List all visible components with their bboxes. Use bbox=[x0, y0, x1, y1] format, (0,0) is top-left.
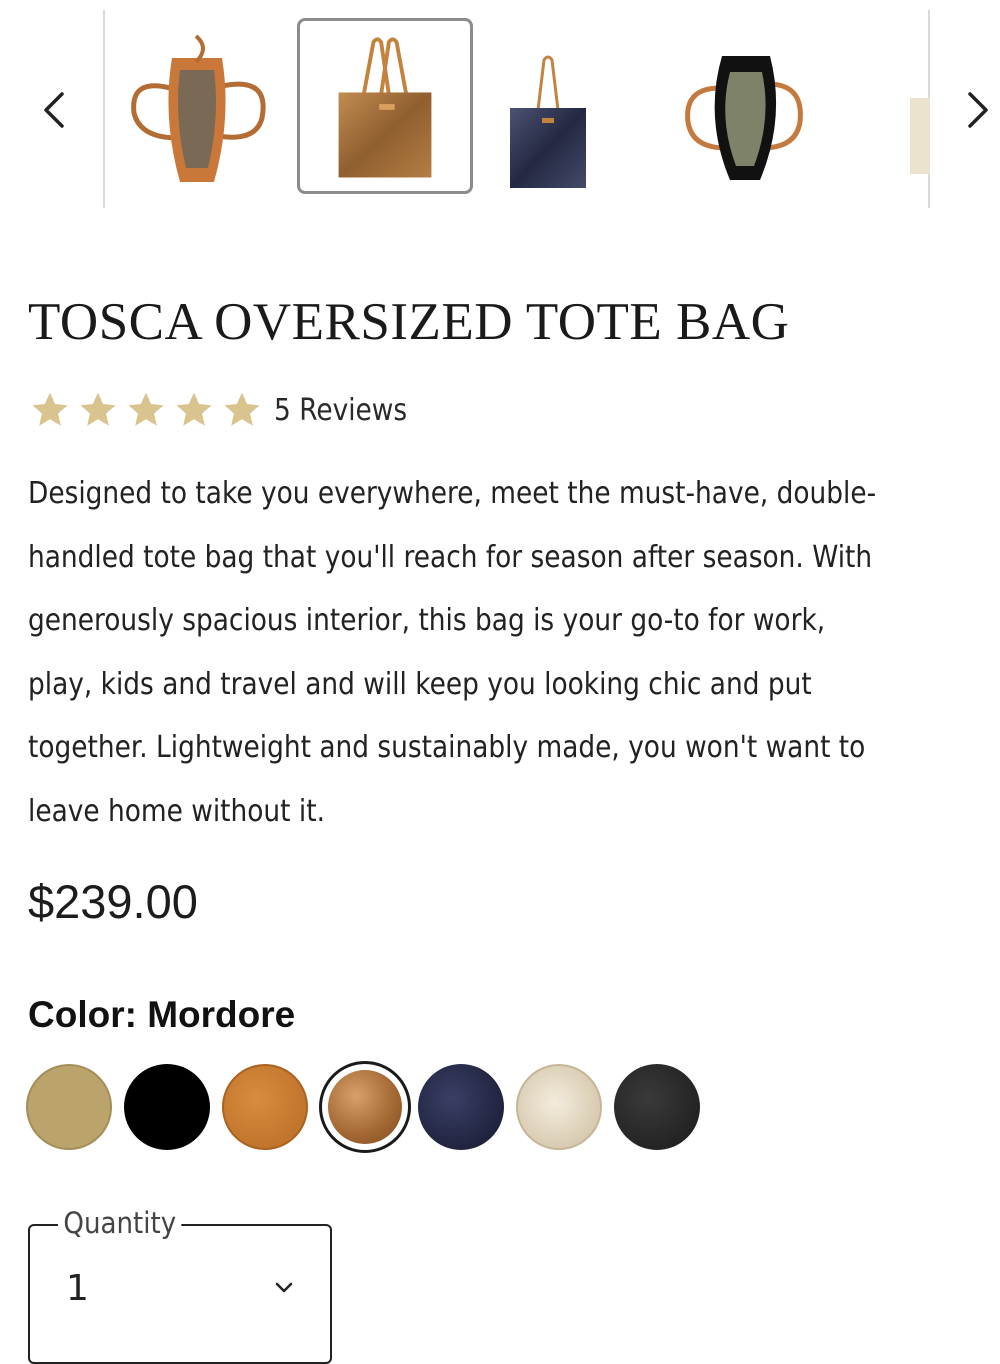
tote-interior-image bbox=[131, 34, 266, 182]
color-swatch-list bbox=[26, 1061, 726, 1153]
carousel-prev-button[interactable] bbox=[36, 80, 76, 140]
star-icon bbox=[176, 392, 212, 426]
color-label: Color: Mordore bbox=[28, 994, 296, 1035]
thumbnail-2[interactable] bbox=[297, 18, 473, 194]
description-line: play, kids and travel and will keep you … bbox=[28, 666, 812, 702]
tote-front-image bbox=[510, 55, 586, 188]
product-price: $239.00 bbox=[28, 875, 198, 928]
chevron-right-icon bbox=[968, 92, 988, 128]
description-line: Designed to take you everywhere, meet th… bbox=[28, 476, 877, 511]
chevron-down-icon bbox=[275, 1282, 293, 1293]
description-line: handled tote bag that you'll reach for s… bbox=[28, 539, 873, 575]
star-icon bbox=[80, 392, 116, 426]
description-line: leave home without it. bbox=[28, 793, 325, 829]
swatch-cream[interactable] bbox=[516, 1064, 602, 1150]
rating-stars bbox=[28, 389, 264, 431]
swatch-black[interactable] bbox=[124, 1064, 210, 1150]
carousel-next-button[interactable] bbox=[958, 80, 998, 140]
reviews-link[interactable]: 5 Reviews bbox=[274, 393, 407, 428]
thumbnail-1[interactable] bbox=[110, 18, 286, 194]
star-icon bbox=[224, 392, 260, 426]
chevron-left-icon bbox=[44, 92, 64, 128]
star-icon bbox=[128, 392, 164, 426]
swatch-navy[interactable] bbox=[418, 1064, 504, 1150]
carousel-divider bbox=[103, 10, 105, 208]
thumbnail-carousel bbox=[0, 0, 1000, 215]
description-line: together. Lightweight and sustainably ma… bbox=[28, 730, 866, 766]
tote-interior-image bbox=[685, 56, 803, 180]
tote-front-image bbox=[338, 37, 432, 178]
product-description: Designed to take you everywhere, meet th… bbox=[28, 466, 987, 848]
swatch-cognac[interactable] bbox=[222, 1064, 308, 1150]
thumbnail-4[interactable] bbox=[656, 18, 832, 194]
quantity-value: 1 bbox=[66, 1268, 89, 1309]
product-title: TOSCA OVERSIZED TOTE BAG bbox=[28, 293, 790, 351]
swatch-tan[interactable] bbox=[26, 1064, 112, 1150]
tote-front-image bbox=[910, 98, 930, 174]
swatch-charcoal[interactable] bbox=[614, 1064, 700, 1150]
product-rating[interactable]: 5 Reviews bbox=[28, 390, 425, 430]
description-line: generously spacious interior, this bag i… bbox=[28, 603, 826, 639]
star-icon bbox=[32, 392, 68, 426]
swatch-mordore[interactable] bbox=[328, 1070, 402, 1144]
quantity-label: Quantity bbox=[58, 1206, 182, 1240]
thumbnail-5[interactable] bbox=[900, 18, 930, 194]
thumbnail-3[interactable] bbox=[460, 18, 636, 194]
